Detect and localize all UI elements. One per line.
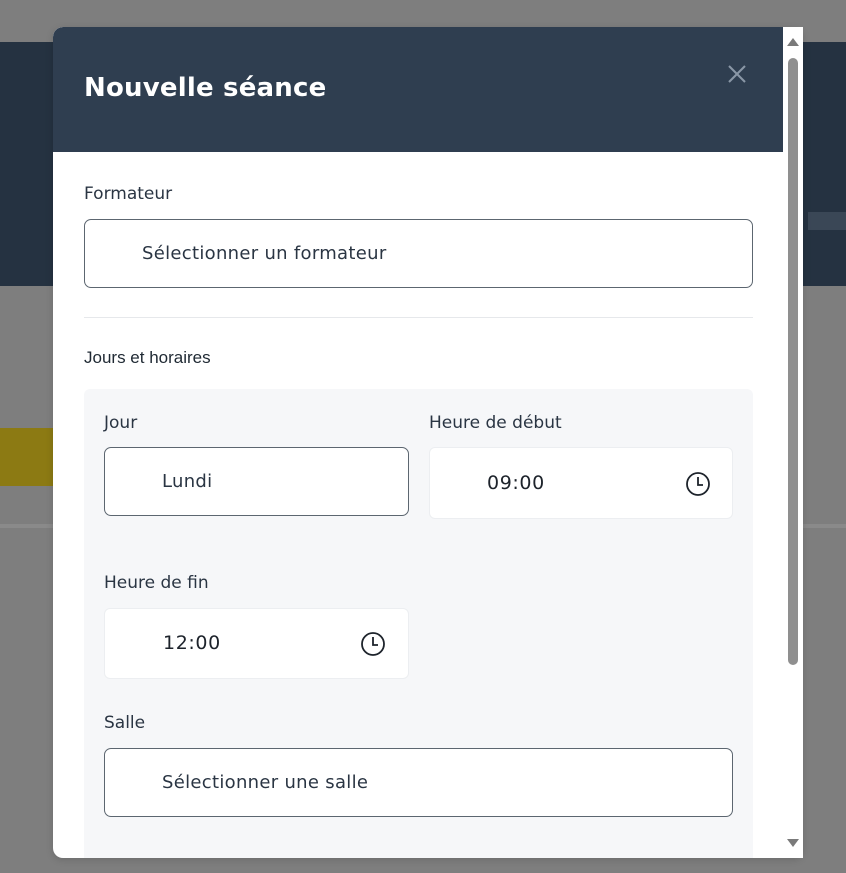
salle-label: Salle	[104, 713, 146, 733]
jour-select-value: Lundi	[162, 471, 213, 492]
heure-fin-value: 12:00	[163, 632, 221, 654]
heure-fin-input[interactable]: 12:00	[104, 608, 409, 679]
salle-select[interactable]: Sélectionner une salle	[104, 748, 733, 817]
modal-scrollbar[interactable]	[783, 27, 803, 858]
scroll-down-arrow-icon[interactable]	[786, 837, 800, 849]
formateur-select[interactable]: Sélectionner un formateur	[84, 219, 753, 288]
new-session-modal: Nouvelle séance Formateur Sélectionner u…	[53, 27, 803, 858]
formateur-select-value: Sélectionner un formateur	[142, 243, 387, 264]
background-header-text	[808, 212, 846, 230]
jour-label: Jour	[104, 413, 138, 433]
heure-fin-label: Heure de fin	[104, 573, 209, 593]
salle-select-value: Sélectionner une salle	[162, 772, 369, 793]
clock-icon[interactable]	[685, 471, 711, 497]
scrollbar-thumb[interactable]	[788, 58, 798, 665]
close-icon[interactable]	[725, 62, 749, 86]
modal-title: Nouvelle séance	[84, 73, 327, 103]
formateur-label: Formateur	[84, 184, 173, 204]
jour-select[interactable]: Lundi	[104, 447, 409, 516]
schedule-section-title: Jours et horaires	[84, 348, 211, 367]
scroll-up-arrow-icon[interactable]	[786, 36, 800, 48]
schedule-section: Jour Lundi Heure de début 09:00 Heure de…	[84, 389, 753, 858]
heure-debut-label: Heure de début	[429, 413, 562, 433]
clock-icon[interactable]	[360, 631, 386, 657]
modal-header: Nouvelle séance	[53, 27, 783, 152]
heure-debut-value: 09:00	[487, 472, 545, 494]
heure-debut-input[interactable]: 09:00	[429, 447, 733, 519]
section-divider	[84, 317, 753, 318]
background-accent-button	[0, 428, 60, 486]
